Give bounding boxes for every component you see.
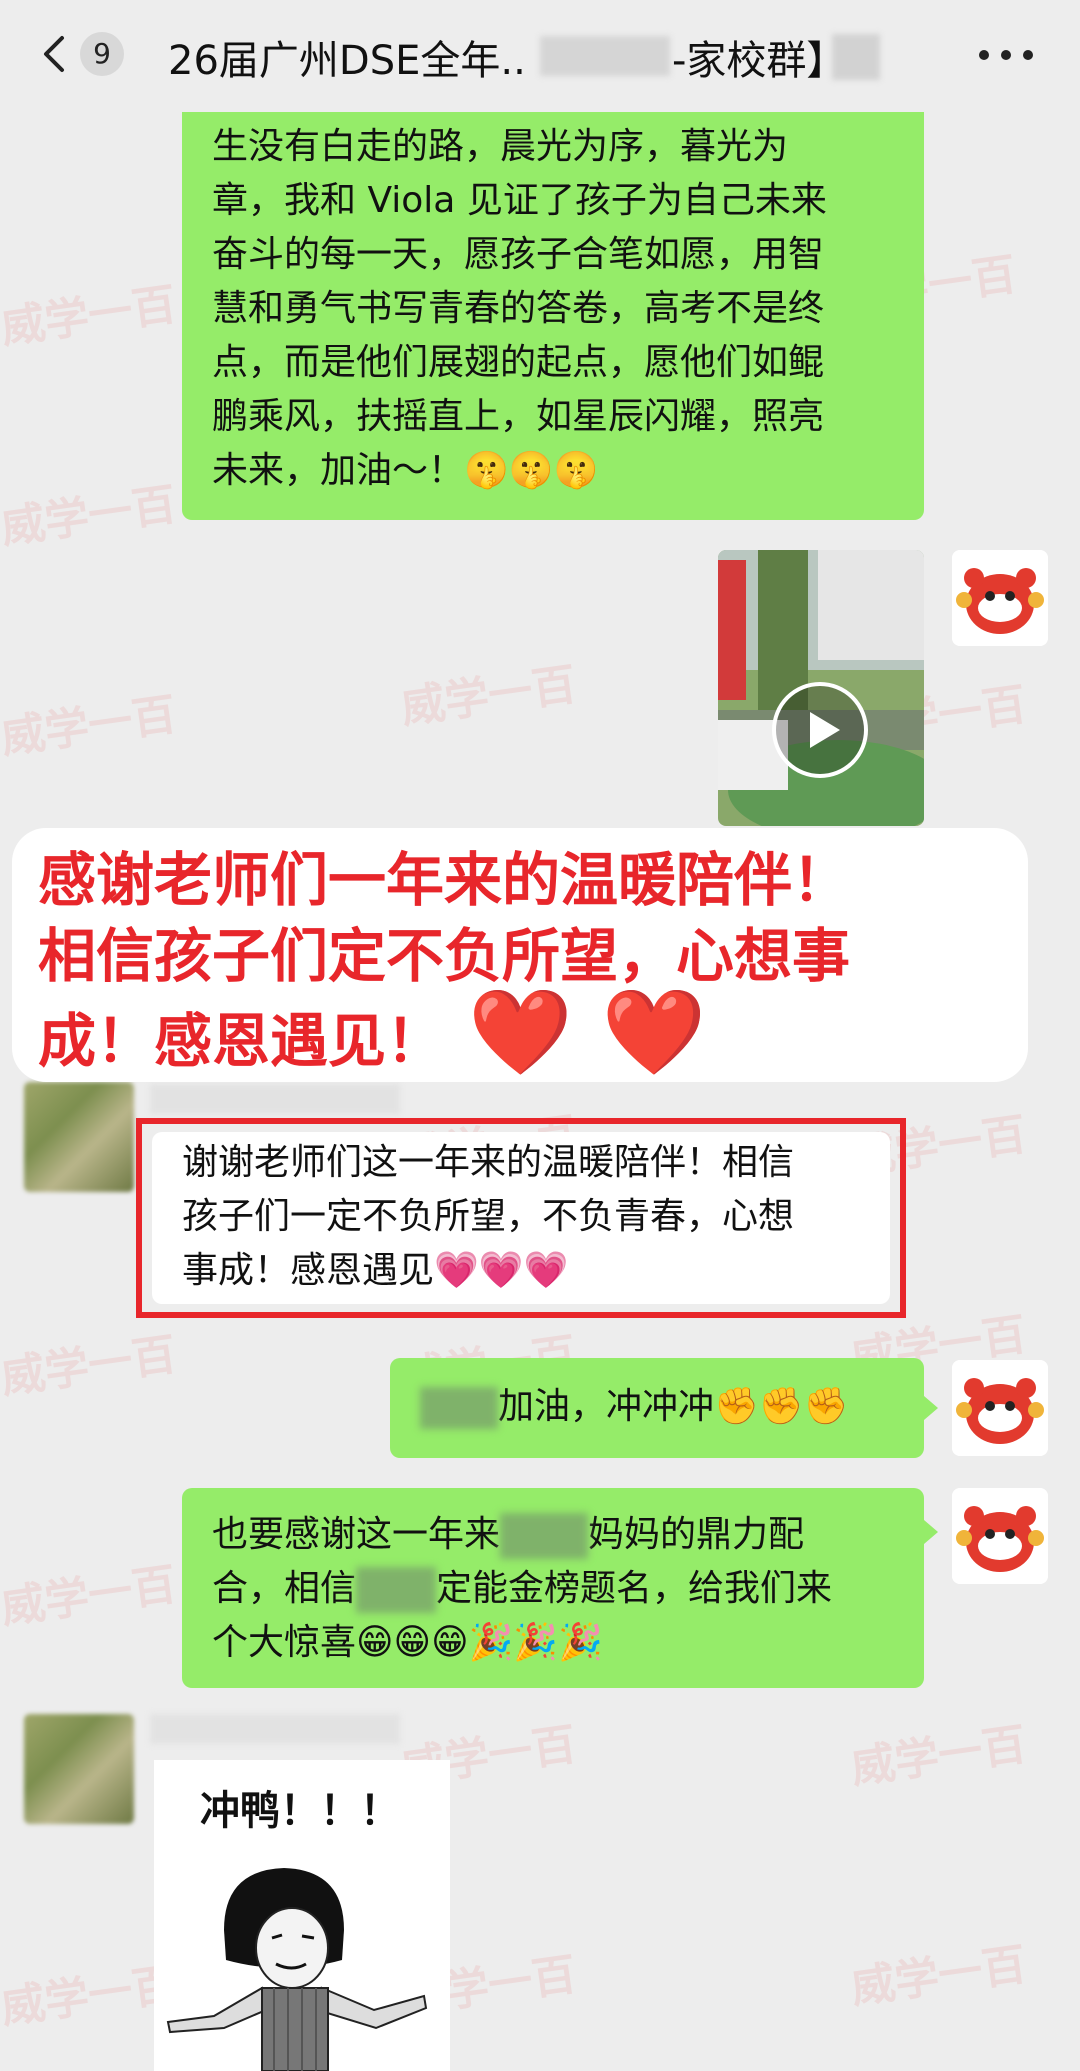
play-icon[interactable] [770,680,870,780]
heart-icon: ❤️ ❤️ [468,983,707,1081]
grin-party-emoji-icon: 😁😁😁🎉🎉🎉 [356,1622,604,1663]
message-line: 奋斗的每一天，愿孩子合笔如愿，用智 [212,234,825,275]
chat-title: 26届广州DSE全年.. [168,38,526,84]
redacted-name [500,1513,589,1559]
redacted-name [420,1387,498,1429]
watermark: 威学一百 [0,1958,180,2034]
message-line: 个大惊喜😁😁😁🎉🎉🎉 [212,1622,604,1663]
message-bubble-outgoing[interactable]: 也要感谢这一年来 妈妈的鼎力配 合，相信 定能金榜题名，给我们来 个大惊喜😁😁😁🎉🎉… [182,1488,924,1688]
bubble-tail [924,1520,938,1544]
fist-emoji-icon: ✊✊✊ [714,1386,849,1427]
message-bubble-outgoing[interactable]: 加油，冲冲冲✊✊✊ [390,1358,924,1458]
message-text: 加油，冲冲冲 [498,1386,715,1427]
watermark: 威学一百 [0,688,180,764]
unread-count-badge[interactable]: 9 [80,32,124,76]
more-options-icon[interactable] [976,48,1036,62]
sender-name [150,1714,400,1744]
sender-name [150,1084,400,1114]
watermark: 威学一百 [397,658,580,734]
shush-emoji-icon: 🤫🤫🤫 [464,450,599,491]
message-line: 合，相信 定能金榜题名，给我们来 [212,1562,894,1616]
message-line: 未来，加油～！🤫🤫🤫 [212,450,599,491]
sticker-message[interactable]: 冲鸭！！！ [154,1760,450,2071]
lion-dance-avatar-icon [952,1360,1048,1456]
banner-line: 成！感恩遇见！ ❤️ ❤️ [38,983,707,1081]
back-arrow-icon[interactable] [36,34,76,74]
watermark: 威学一百 [0,278,180,354]
watermark: 威学一百 [0,1328,180,1404]
message-line: 章，我和 Viola 见证了孩子为自己未来 [212,180,827,221]
video-message[interactable] [718,550,924,826]
watermark: 威学一百 [0,1558,180,1634]
sender-avatar[interactable] [24,1082,134,1192]
lion-dance-avatar-icon [952,1488,1048,1584]
watermark: 威学一百 [0,478,180,554]
message-line: 也要感谢这一年来 妈妈的鼎力配 [212,1508,894,1562]
message-line: 点，而是他们展翅的起点，愿他们如鲲 [212,342,825,383]
dancing-meme-figure-icon [166,1868,428,2071]
redacted-title-part [540,36,670,76]
redacted-name [356,1567,437,1613]
message-line: 慧和勇气书写青春的答卷，高考不是终 [212,288,825,329]
lion-dance-avatar-icon [952,550,1048,646]
sender-avatar[interactable] [24,1714,134,1824]
highlight-banner: 感谢老师们一年来的温暖陪伴！ 相信孩子们定不负所望，心想事 成！感恩遇见！ ❤️ … [12,828,1028,1082]
highlight-box [136,1118,906,1318]
message-line: 生没有白走的路，晨光为序，暮光为 [212,126,789,167]
watermark: 威学一百 [847,1938,1030,2014]
my-avatar[interactable] [952,1360,1048,1456]
message-line: 鹏乘风，扶摇直上，如星辰闪耀，照亮 [212,396,825,437]
watermark: 威学一百 [847,1718,1030,1794]
chat-title-suffix: -家校群】 [672,38,847,84]
banner-line: 感谢老师们一年来的温暖陪伴！ [38,846,851,914]
my-avatar[interactable] [952,550,1048,646]
chat-header: 9 26届广州DSE全年.. -家校群】 [0,0,1080,112]
bubble-tail [924,1396,938,1420]
my-avatar[interactable] [952,1488,1048,1584]
redacted-title-end [832,34,880,80]
message-bubble-outgoing[interactable]: 生没有白走的路，晨光为序，暮光为 章，我和 Viola 见证了孩子为自己未来 奋… [182,90,924,520]
